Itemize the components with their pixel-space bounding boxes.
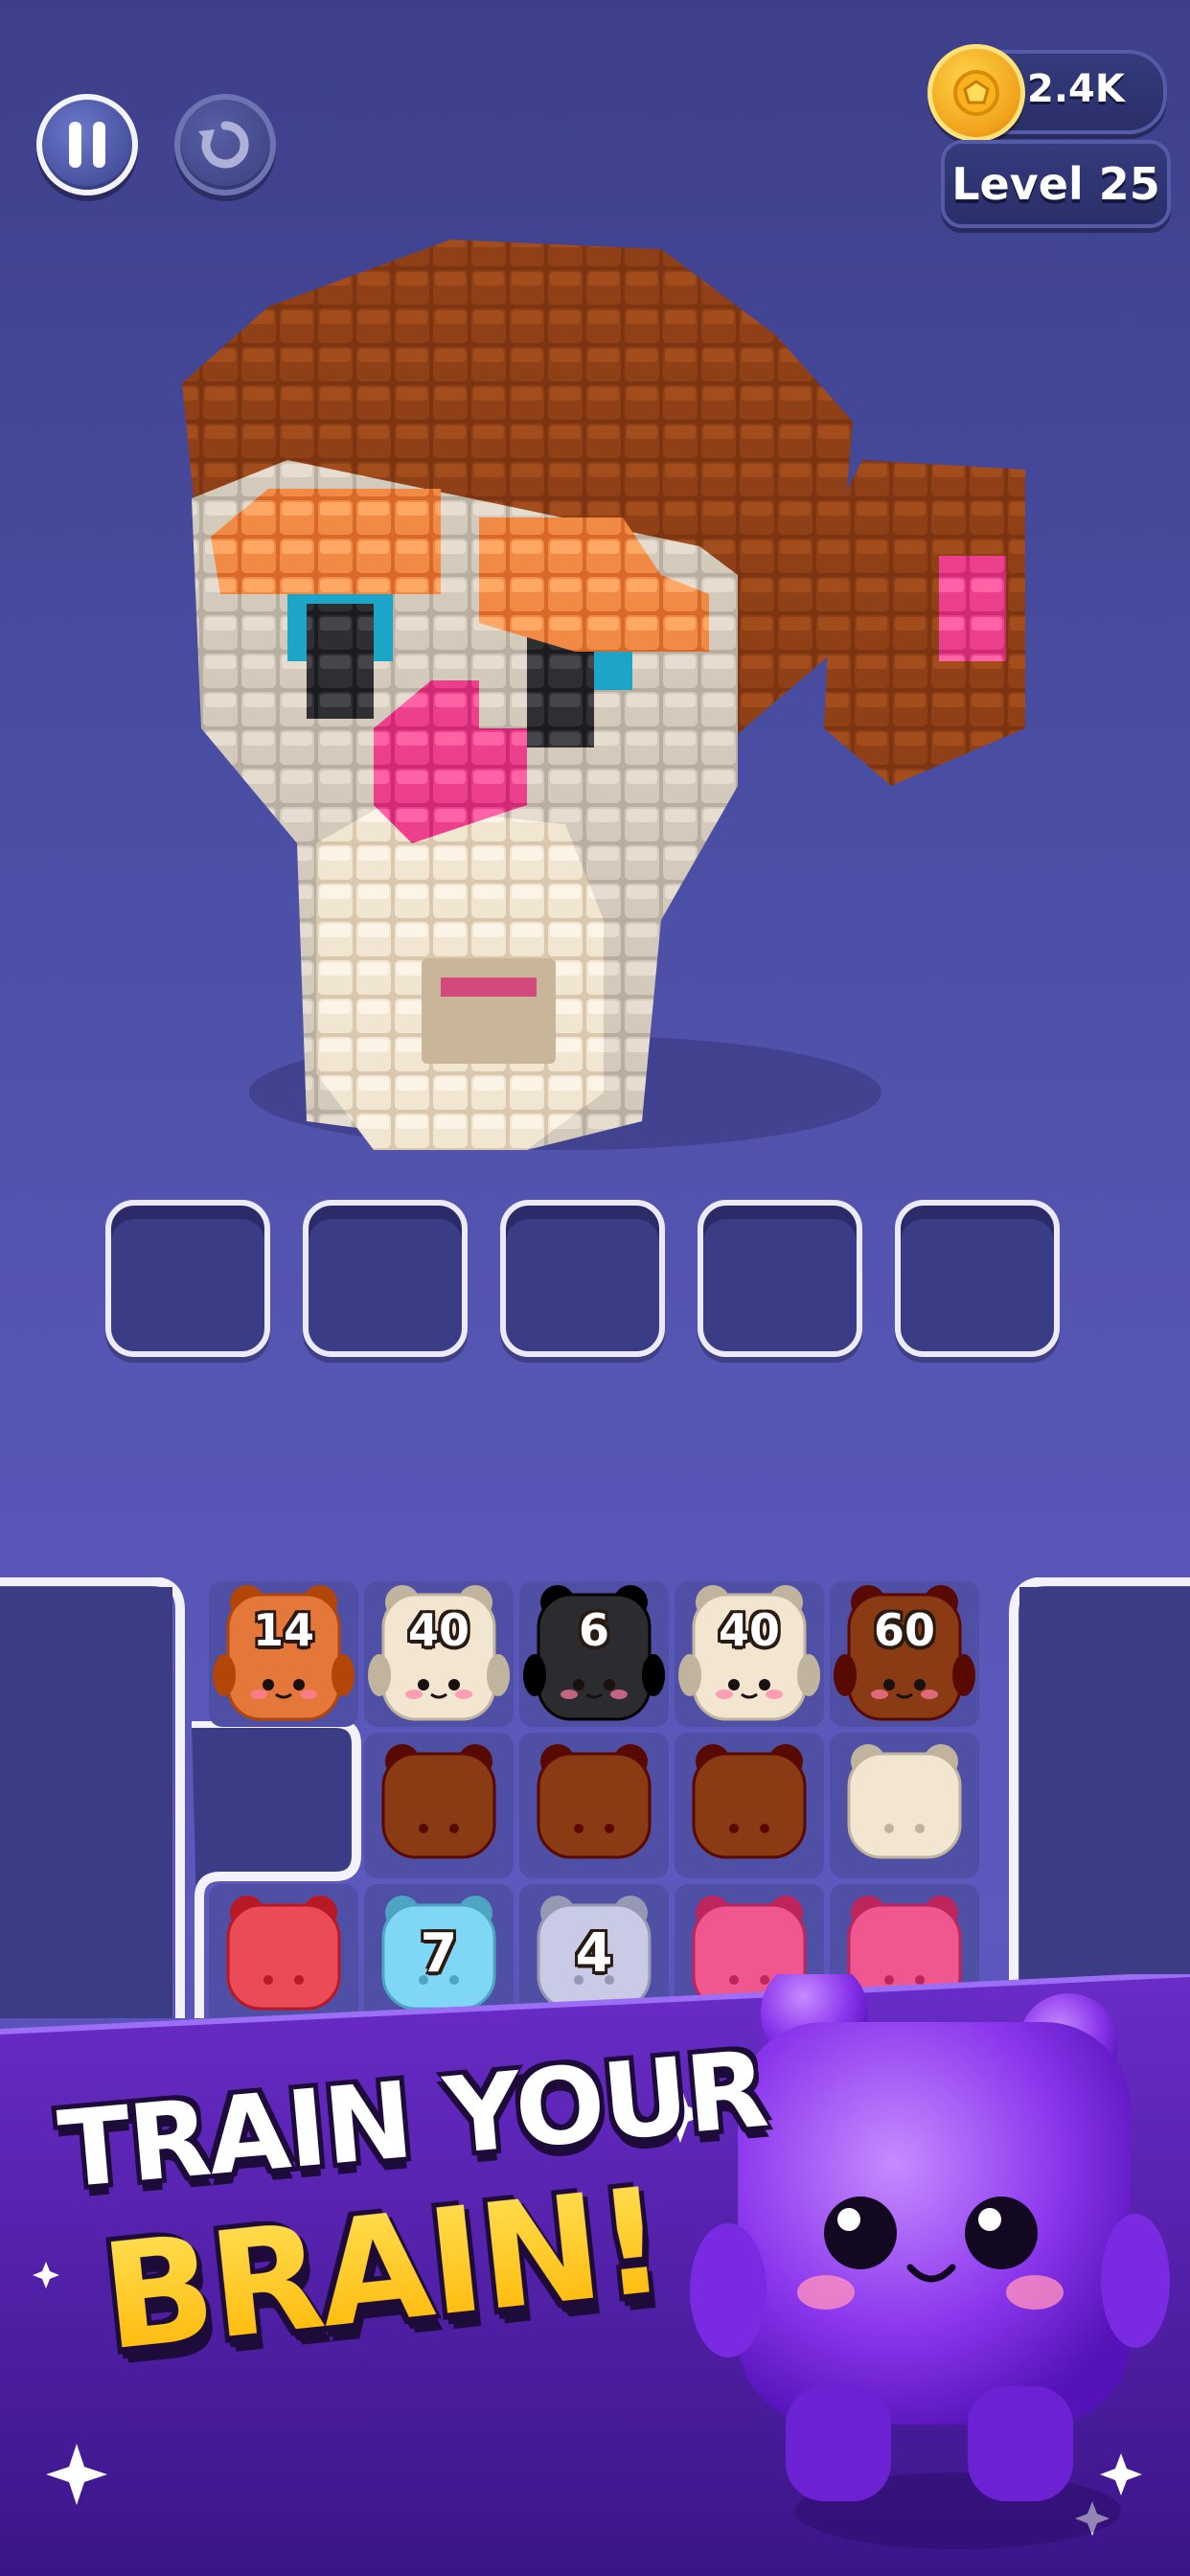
- bear-count: 40: [407, 1604, 469, 1656]
- tray-slot[interactable]: [698, 1200, 862, 1357]
- board-cell[interactable]: 60: [830, 1581, 979, 1727]
- board-cell[interactable]: 40: [364, 1581, 514, 1727]
- pause-button[interactable]: [36, 94, 138, 196]
- voxel-monkey-model: [182, 240, 1025, 1150]
- bear-count: 60: [873, 1604, 935, 1656]
- brown-bear-icon: [537, 1744, 652, 1859]
- coin-counter[interactable]: 2.4K: [927, 44, 1167, 142]
- bear-count: 40: [718, 1604, 780, 1656]
- game-board: 14 40 6 40 60 7 4: [0, 1577, 1190, 2030]
- tray-slot[interactable]: [895, 1200, 1060, 1357]
- board-wall-right: [1009, 1577, 1190, 2018]
- tray-slot[interactable]: [303, 1200, 468, 1357]
- promo-headline: TRAIN YOUR BRAIN!: [54, 2028, 770, 2383]
- board-cell[interactable]: 40: [675, 1581, 824, 1727]
- coin-value: 2.4K: [1027, 67, 1125, 111]
- brown-bear-icon: [692, 1744, 807, 1859]
- restart-icon: [198, 121, 249, 169]
- level-label: Level 25: [951, 158, 1160, 210]
- cream-bear-icon: [847, 1744, 962, 1859]
- tray-slots: [105, 1200, 1060, 1357]
- tray-slot[interactable]: [105, 1200, 270, 1357]
- tray-slot[interactable]: [500, 1200, 665, 1357]
- board-cell[interactable]: [830, 1733, 979, 1878]
- board-wall-left: [0, 1577, 185, 2018]
- restart-button[interactable]: [174, 94, 276, 196]
- brown-bear-icon: [381, 1744, 496, 1859]
- board-cell[interactable]: 14: [209, 1581, 358, 1727]
- bear-count: 14: [252, 1604, 314, 1656]
- board-cell[interactable]: 6: [519, 1581, 669, 1727]
- board-cell[interactable]: [675, 1733, 824, 1878]
- pause-icon: [69, 122, 105, 168]
- board-cell[interactable]: [519, 1733, 669, 1878]
- bear-count: 6: [578, 1604, 609, 1656]
- hud-controls: [36, 94, 276, 196]
- board-cell[interactable]: [364, 1733, 514, 1878]
- coin-icon: [927, 44, 1025, 142]
- level-indicator: Level 25: [941, 140, 1171, 228]
